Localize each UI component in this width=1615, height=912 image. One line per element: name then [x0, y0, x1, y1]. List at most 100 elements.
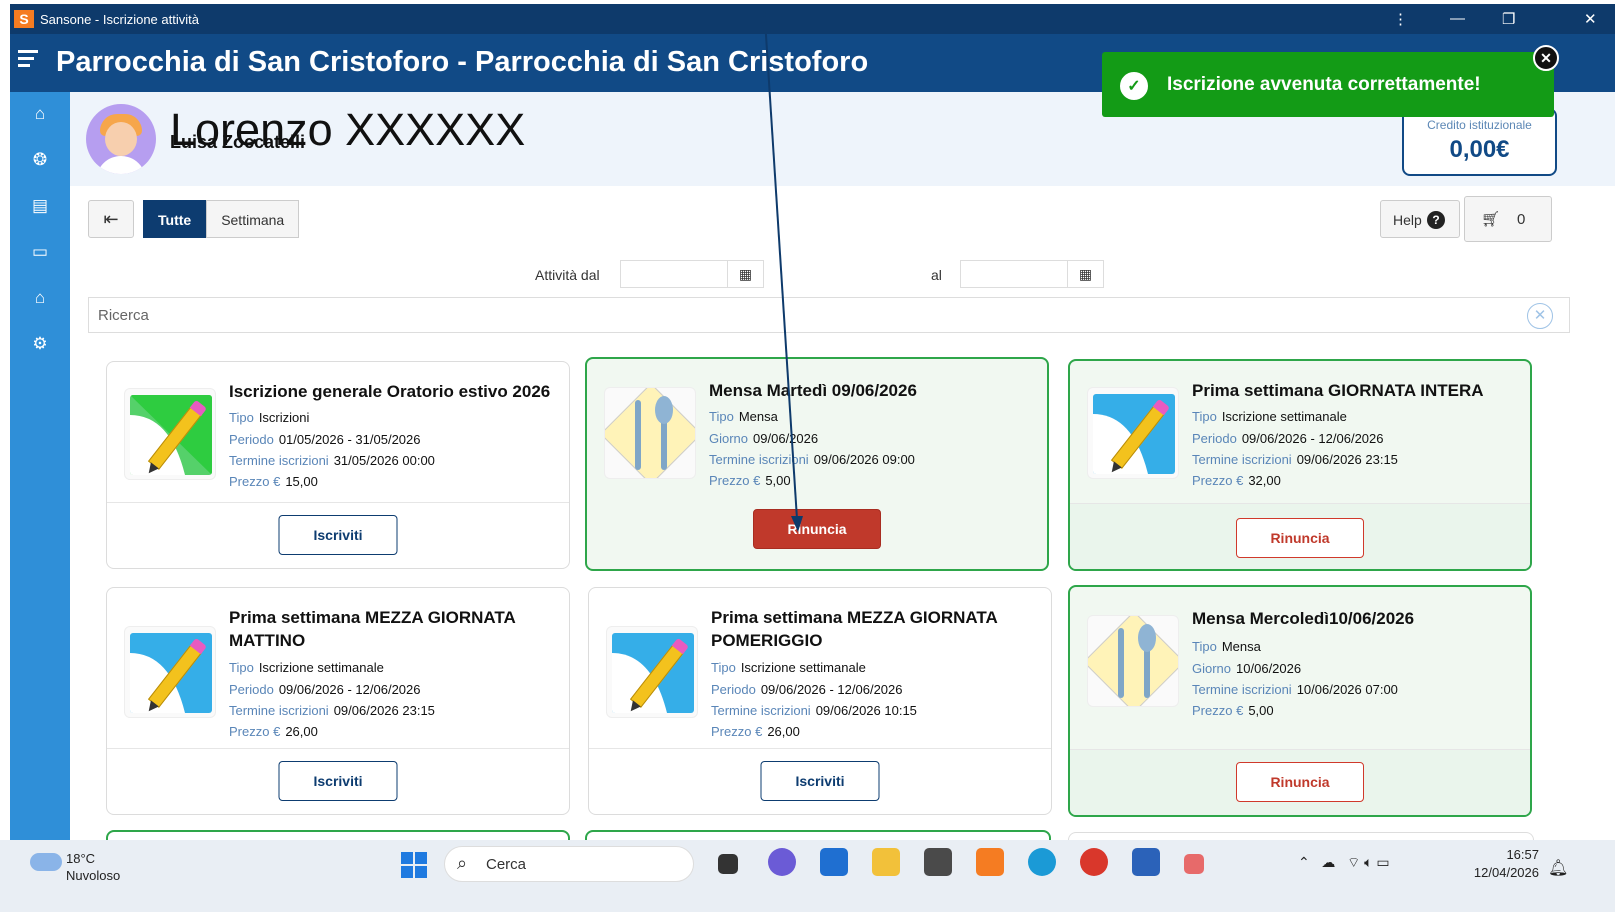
back-button[interactable]: ⇤ [88, 200, 134, 238]
row-key: Termine iscrizioni [1192, 682, 1292, 697]
teams-icon[interactable] [768, 848, 796, 876]
credit-label: Credito istituzionale [1427, 118, 1532, 132]
help-button[interactable]: Help? [1380, 200, 1460, 238]
row-key: Tipo [709, 409, 734, 424]
row-value: 10/06/2026 [1236, 661, 1302, 676]
row-key: Prezzo € [229, 474, 281, 489]
toast-close-button[interactable]: ✕ [1533, 45, 1559, 71]
date-from-input[interactable]: ▦ [620, 260, 764, 288]
home-icon[interactable]: ⌂ [28, 102, 52, 126]
card-title: Prima settimana MEZZA GIORNATA MATTINO [229, 608, 516, 650]
payments-icon[interactable]: ❂ [28, 148, 52, 172]
taskbar: 18°C Nuvoloso ⌕ Cerca ⌃ ☁ ⌔ 🔈︎ ▭ 16:57 12/0… [0, 840, 1615, 912]
cart-count: 0 [1517, 211, 1526, 228]
edge-icon[interactable] [1028, 848, 1056, 876]
document-icon[interactable]: ▤ [28, 194, 52, 218]
settings-icon[interactable]: ⚙ [28, 332, 52, 356]
rinuncia-button[interactable]: Rinuncia [1236, 762, 1364, 802]
page-title: Parrocchia di San Cristoforo - Parrocchi… [56, 46, 869, 78]
folder-icon[interactable]: ▭ [28, 240, 52, 264]
taskbar-search-label: Cerca [486, 856, 527, 873]
row-key: Tipo [1192, 409, 1217, 424]
iscriviti-button[interactable]: Iscriviti [278, 761, 398, 801]
row-key: Termine iscrizioni [1192, 452, 1292, 467]
row-key: Periodo [1192, 431, 1237, 446]
row-value: 26,00 [285, 724, 318, 739]
card-title: Mensa Martedì 09/06/2026 [709, 381, 917, 400]
iscriviti-button[interactable]: Iscriviti [278, 515, 398, 555]
row-value: Iscrizione settimanale [1221, 409, 1347, 424]
row-key: Tipo [229, 660, 254, 675]
row-value: Iscrizione settimanale [258, 660, 384, 675]
row-key: Prezzo € [229, 724, 281, 739]
row-value: 32,00 [1248, 473, 1281, 488]
row-key: Periodo [229, 682, 274, 697]
row-value: 09/06/2026 23:15 [333, 703, 435, 718]
taskbar-search[interactable]: ⌕ Cerca [444, 846, 694, 882]
calendar-icon[interactable]: ▦ [727, 261, 763, 287]
clear-search-icon[interactable]: ✕ [1527, 303, 1553, 329]
row-value: Iscrizioni [258, 410, 310, 425]
clock[interactable]: 16:57 12/04/2026 [1464, 846, 1539, 882]
row-value: 10/06/2026 07:00 [1296, 682, 1398, 697]
row-key: Prezzo € [711, 724, 763, 739]
row-key: Periodo [711, 682, 756, 697]
rinuncia-button[interactable]: Rinuncia [1236, 518, 1364, 558]
search-input[interactable]: Ricerca ✕ [88, 297, 1570, 333]
more-options-icon[interactable]: ⋮ [1393, 10, 1408, 28]
rinuncia-button[interactable]: Rinuncia [753, 509, 881, 549]
question-icon: ? [1427, 211, 1445, 229]
row-key: Prezzo € [1192, 703, 1244, 718]
sansone-app-icon[interactable] [976, 848, 1004, 876]
date-to-input[interactable]: ▦ [960, 260, 1104, 288]
cart-button[interactable]: 🛒︎ 0 [1464, 196, 1552, 242]
row-value: 09/06/2026 23:15 [1296, 452, 1398, 467]
windows-start-icon[interactable] [401, 852, 427, 878]
minimize-button[interactable]: — [1450, 10, 1465, 27]
row-key: Prezzo € [709, 473, 761, 488]
row-key: Termine iscrizioni [709, 452, 809, 467]
system-tray[interactable]: ⌃ ☁ ⌔ 🔈︎ ▭ [1298, 854, 1390, 872]
bank-icon[interactable]: ⌂ [28, 286, 52, 310]
store-icon[interactable] [820, 848, 848, 876]
credit-box: Credito istituzionale 0,00€ [1402, 108, 1557, 176]
row-key: Giorno [709, 431, 749, 446]
weather-widget[interactable]: 18°C Nuvoloso [66, 850, 120, 884]
snipping-tool-icon[interactable] [1184, 854, 1204, 874]
row-key: Termine iscrizioni [229, 703, 329, 718]
activity-card: Prima settimana MEZZA GIORNATA POMERIGGI… [588, 587, 1052, 815]
tab-all[interactable]: Tutte [143, 200, 207, 238]
card-title: Prima settimana MEZZA GIORNATA POMERIGGI… [711, 608, 998, 650]
avatar [86, 104, 156, 174]
pencil-icon [124, 626, 216, 718]
row-key: Tipo [229, 410, 254, 425]
title-bar: S Sansone - Iscrizione attività ⋮ — ❐ ✕ [10, 4, 1615, 34]
activity-card-selected: Mensa Mercoledì10/06/2026 Tipo Mensa Gior… [1068, 585, 1532, 817]
hamburger-menu-icon[interactable] [18, 50, 38, 71]
row-value: 09/06/2026 - 12/06/2026 [760, 682, 903, 697]
row-value: 09/06/2026 10:15 [815, 703, 917, 718]
iscriviti-button[interactable]: Iscriviti [760, 761, 880, 801]
activity-card-selected: Mensa Martedì 09/06/2026 Tipo Mensa Giorn… [585, 357, 1049, 571]
row-value: 5,00 [765, 473, 791, 488]
weather-temp: 18°C [66, 851, 96, 866]
tab-week[interactable]: Settimana [206, 200, 300, 238]
calendar-icon[interactable]: ▦ [1067, 261, 1103, 287]
folder-icon[interactable] [872, 848, 900, 876]
notification-bell-icon[interactable]: 🔔︎ [1548, 858, 1568, 878]
row-key: Tipo [1192, 639, 1217, 654]
view-toggle: Tutte Settimana [143, 200, 300, 238]
printer-icon[interactable] [924, 848, 952, 876]
row-key: Giorno [1192, 661, 1232, 676]
toast-message: Iscrizione avvenuta correttamente! [1167, 74, 1481, 95]
cutlery-icon [604, 387, 696, 479]
window-title: Sansone - Iscrizione attività [40, 12, 199, 27]
close-window-button[interactable]: ✕ [1584, 10, 1597, 28]
task-view-icon[interactable] [718, 854, 738, 874]
restore-button[interactable]: ❐ [1502, 10, 1515, 28]
cutlery-icon [1087, 615, 1179, 707]
activity-card-partial [585, 830, 1051, 840]
word-icon[interactable] [1132, 848, 1160, 876]
powerpoint-icon[interactable] [1080, 848, 1108, 876]
row-key: Prezzo € [1192, 473, 1244, 488]
